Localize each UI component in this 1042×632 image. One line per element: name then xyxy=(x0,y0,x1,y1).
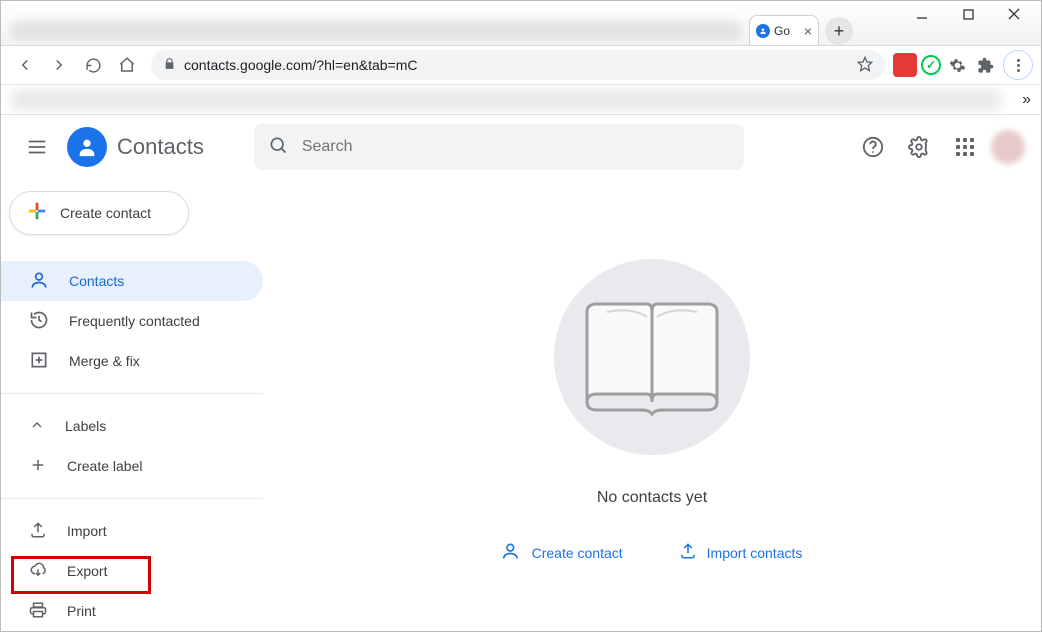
app-root: Contacts Create contact Contacts xyxy=(1,115,1041,631)
empty-import-label: Import contacts xyxy=(707,545,803,561)
tabstrip-blur xyxy=(11,21,741,41)
empty-create-contact-button[interactable]: Create contact xyxy=(502,541,623,564)
print-icon xyxy=(29,601,47,622)
sidebar-item-label: Frequently contacted xyxy=(69,313,200,329)
sidebar-divider xyxy=(1,393,263,394)
apps-launcher-button[interactable] xyxy=(945,127,985,167)
extensions-row: ✓ xyxy=(893,53,997,77)
sidebar-item-label: Contacts xyxy=(69,273,124,289)
settings-button[interactable] xyxy=(899,127,939,167)
tab-favicon xyxy=(756,24,770,38)
nav-home-button[interactable] xyxy=(111,49,143,81)
extension-icon-3[interactable] xyxy=(945,53,969,77)
sidebar-item-label: Merge & fix xyxy=(69,353,140,369)
app-title: Contacts xyxy=(117,134,204,160)
tab-close-icon[interactable]: × xyxy=(804,23,812,39)
sidebar-labels-toggle[interactable]: Labels xyxy=(1,406,263,446)
plus-multicolor-icon xyxy=(26,200,48,227)
upload-icon xyxy=(679,542,697,563)
sidebar-item-label: Create label xyxy=(67,458,143,474)
window-titlebar: Go × + xyxy=(1,1,1041,45)
extension-icon-1[interactable] xyxy=(893,53,917,77)
main-menu-button[interactable] xyxy=(17,127,57,167)
browser-toolbar: contacts.google.com/?hl=en&tab=mC ✓ xyxy=(1,45,1041,85)
create-contact-label: Create contact xyxy=(60,205,151,221)
tab-title: Go xyxy=(774,24,790,38)
bookmarks-bar: » xyxy=(1,85,1041,115)
cloud-download-icon xyxy=(29,561,47,582)
empty-state-illustration xyxy=(554,259,750,455)
history-icon xyxy=(29,310,49,333)
plus-icon xyxy=(29,456,47,477)
empty-create-label: Create contact xyxy=(532,545,623,561)
sidebar-divider xyxy=(1,498,263,499)
extensions-menu-icon[interactable] xyxy=(973,53,997,77)
browser-tab[interactable]: Go × xyxy=(749,15,819,45)
nav-forward-button[interactable] xyxy=(43,49,75,81)
person-add-icon xyxy=(502,541,522,564)
sidebar-item-label: Print xyxy=(67,603,96,619)
person-icon xyxy=(29,270,49,293)
address-bar[interactable]: contacts.google.com/?hl=en&tab=mC xyxy=(151,50,885,80)
bookmarks-overflow-icon[interactable]: » xyxy=(1022,91,1031,109)
create-contact-button[interactable]: Create contact xyxy=(9,191,189,235)
nav-reload-button[interactable] xyxy=(77,49,109,81)
window-close-button[interactable] xyxy=(991,1,1037,27)
sidebar-item-merge-fix[interactable]: Merge & fix xyxy=(1,341,263,381)
search-box[interactable] xyxy=(254,124,744,170)
window-minimize-button[interactable] xyxy=(899,1,945,27)
sidebar-labels-header: Labels xyxy=(65,418,106,434)
empty-import-contacts-button[interactable]: Import contacts xyxy=(679,541,803,564)
sidebar-item-contacts[interactable]: Contacts xyxy=(1,261,263,301)
sidebar-item-export[interactable]: Export xyxy=(1,551,263,591)
sidebar-create-label[interactable]: Create label xyxy=(1,446,263,486)
search-icon xyxy=(268,135,288,160)
empty-state-message: No contacts yet xyxy=(597,489,707,507)
sidebar-item-print[interactable]: Print xyxy=(1,591,263,631)
help-button[interactable] xyxy=(853,127,893,167)
extension-icon-2[interactable]: ✓ xyxy=(921,55,941,75)
upload-icon xyxy=(29,521,47,542)
bookmarks-blur xyxy=(11,89,1001,111)
search-input[interactable] xyxy=(302,138,730,156)
main-content: No contacts yet Create contact Import co… xyxy=(263,179,1041,631)
app-logo xyxy=(67,127,107,167)
lock-icon xyxy=(163,57,176,73)
sidebar: Create contact Contacts Frequently conta… xyxy=(1,179,263,631)
merge-icon xyxy=(29,350,49,373)
sidebar-item-label: Import xyxy=(67,523,107,539)
browser-menu-button[interactable] xyxy=(1003,50,1033,80)
chevron-up-icon xyxy=(29,417,45,436)
nav-back-button[interactable] xyxy=(9,49,41,81)
url-text: contacts.google.com/?hl=en&tab=mC xyxy=(184,57,849,73)
sidebar-item-frequent[interactable]: Frequently contacted xyxy=(1,301,263,341)
app-header: Contacts xyxy=(1,115,1041,179)
window-maximize-button[interactable] xyxy=(945,1,991,27)
bookmark-star-icon[interactable] xyxy=(857,56,873,75)
account-avatar[interactable] xyxy=(991,130,1025,164)
sidebar-item-import[interactable]: Import xyxy=(1,511,263,551)
sidebar-item-label: Export xyxy=(67,563,107,579)
new-tab-button[interactable]: + xyxy=(825,17,853,45)
